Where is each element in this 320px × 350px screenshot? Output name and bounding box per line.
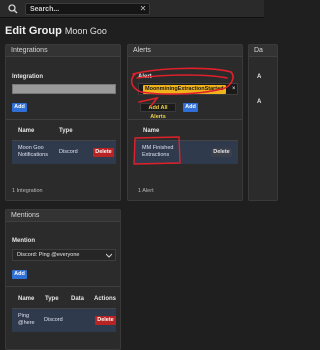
alert-select[interactable]: MoonminingExtractionStarted × xyxy=(138,83,238,95)
search-placeholder: Search... xyxy=(30,6,60,13)
remove-tag-icon[interactable]: × xyxy=(232,85,236,94)
integration-field-label: Integration xyxy=(12,74,43,80)
alerts-header: Alerts xyxy=(128,45,242,57)
delete-alert-button[interactable]: Delete xyxy=(211,148,232,157)
delete-integration-button[interactable]: Delete xyxy=(93,148,114,157)
mentions-panel: Mentions Mention Discord: Ping @everyone… xyxy=(5,209,121,350)
integrations-divider xyxy=(6,119,120,120)
add-all-alerts-button[interactable]: Add All Alerts xyxy=(140,103,176,120)
search-input[interactable]: Search... ✕ xyxy=(25,3,150,15)
chevron-down-icon xyxy=(106,253,112,258)
delete-mention-button[interactable]: Delete xyxy=(95,316,116,325)
integration-name-line1: Moon Goo xyxy=(18,145,44,151)
mentions-header: Mentions xyxy=(6,210,120,222)
integrations-count: 1 Integration xyxy=(12,188,43,194)
mention-select-value: Discord: Ping @everyone xyxy=(17,252,80,258)
mention-select[interactable]: Discord: Ping @everyone xyxy=(12,249,116,261)
alerts-panel: Alerts Alert MoonminingExtractionStarted… xyxy=(127,44,243,201)
clear-search-icon[interactable]: ✕ xyxy=(139,5,147,13)
group-name: Moon Goo xyxy=(64,26,107,36)
right-panel-label-2: A xyxy=(257,99,262,105)
integrations-panel: Integrations Integration Add Name Type M… xyxy=(5,44,121,201)
mentions-col-type: Type xyxy=(45,296,59,302)
add-alert-button[interactable]: Add xyxy=(183,103,198,112)
mention-field-label: Mention xyxy=(12,238,35,244)
integration-row: Moon Goo Notifications Discord Delete xyxy=(12,140,116,164)
add-mention-button[interactable]: Add xyxy=(12,270,27,279)
right-panel-header: Da xyxy=(249,45,277,57)
mention-row: Ping @here Discord Delete xyxy=(12,308,116,332)
alert-tag-moonmining: MoonminingExtractionStarted xyxy=(143,85,226,94)
page-title: Edit Group Moon Goo xyxy=(5,24,107,38)
alert-row: MM Finished Extractions Delete xyxy=(134,140,238,164)
mention-name-line1: Ping xyxy=(18,313,30,319)
alerts-col-name: Name xyxy=(143,128,160,134)
mentions-col-actions: Actions xyxy=(94,296,117,302)
integrations-col-type: Type xyxy=(59,128,73,134)
integration-type: Discord xyxy=(59,149,78,155)
top-bar: Search... ✕ xyxy=(0,0,264,18)
alerts-count: 1 Alert xyxy=(138,188,154,194)
right-panel-label-1: A xyxy=(257,74,262,80)
mentions-col-name: Name xyxy=(18,296,35,302)
search-icon xyxy=(8,4,18,14)
alert-name-line1: MM Finished xyxy=(142,145,174,151)
mention-type: Discord xyxy=(44,317,63,323)
right-panel: Da A A xyxy=(248,44,278,201)
add-integration-button[interactable]: Add xyxy=(12,103,27,112)
integrations-header: Integrations xyxy=(6,45,120,57)
page-title-label: Edit Group xyxy=(5,25,62,37)
integration-name-line2: Notifications xyxy=(18,152,48,158)
mentions-col-data: Data xyxy=(71,296,85,302)
alert-name-line2: Extractions xyxy=(142,152,170,158)
mentions-divider xyxy=(6,286,120,287)
alert-field-label: Alert xyxy=(138,74,152,80)
mention-name-line2: @here xyxy=(18,320,35,326)
integration-select[interactable] xyxy=(12,84,116,94)
alerts-divider xyxy=(128,119,242,120)
integrations-col-name: Name xyxy=(18,128,35,134)
